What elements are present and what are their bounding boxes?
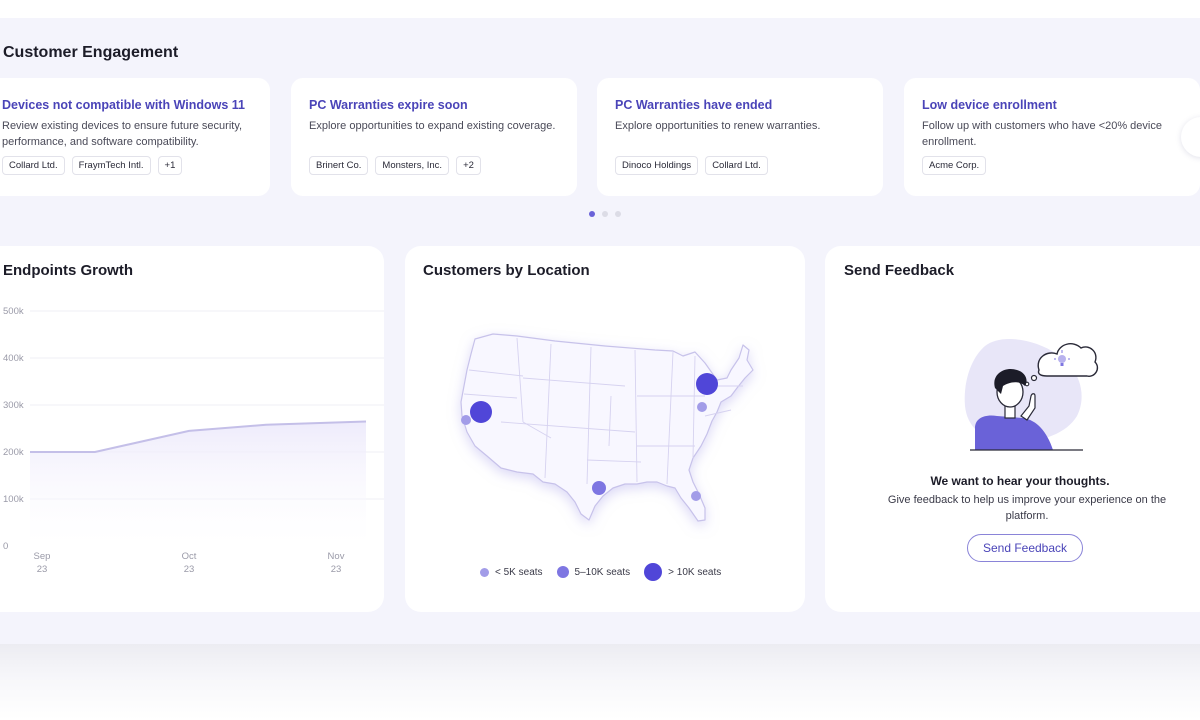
customer-tag[interactable]: Collard Ltd. (2, 156, 65, 175)
legend-item: 5–10K seats (556, 566, 631, 578)
top-band (0, 0, 1200, 18)
carousel-dot-active[interactable] (589, 211, 595, 217)
thinking-person-illustration (964, 339, 1099, 451)
endpoints-growth-card: Endpoints Growth 0 100k 200k 300k 400k 500k Se… (0, 246, 384, 612)
marker-small[interactable] (461, 415, 471, 425)
y-tick-label: 300k (3, 400, 24, 411)
panel-shadow (0, 644, 1200, 720)
feedback-heading: We want to hear your thoughts. (930, 474, 1110, 488)
card-tags: Collard Ltd. FraymTech Intl. +1 (2, 156, 270, 175)
card-title[interactable]: PC Warranties expire soon (309, 98, 577, 112)
x-tick-year: 23 (331, 564, 342, 575)
legend-item: > 10K seats (644, 563, 721, 581)
send-feedback-card: Send Feedback We want to hear your thoug… (825, 246, 1200, 612)
send-feedback-button[interactable]: Send Feedback (967, 534, 1083, 562)
y-tick-label: 0 (3, 541, 8, 552)
legend-label: > 10K seats (668, 566, 722, 578)
card-tags: Dinoco Holdings Collard Ltd. (615, 156, 883, 175)
card-title[interactable]: Low device enrollment (922, 98, 1200, 112)
legend-label: < 5K seats (495, 566, 543, 578)
carousel-dot[interactable] (615, 211, 621, 217)
card-title[interactable]: Devices not compatible with Windows 11 (2, 98, 270, 112)
customer-tag[interactable]: Monsters, Inc. (375, 156, 450, 175)
card-description: Review existing devices to ensure future… (2, 120, 243, 148)
card-description: Explore opportunities to expand existing… (309, 120, 556, 132)
card-tags: Brinert Co. Monsters, Inc. +2 (309, 156, 577, 175)
engagement-card-warranties-ended[interactable]: PC Warranties have ended Explore opportu… (597, 78, 883, 196)
customer-engagement-title: Customer Engagement (3, 44, 179, 61)
y-tick-label: 500k (3, 306, 24, 317)
y-tick-label: 100k (3, 494, 24, 505)
engagement-card-low-enrollment[interactable]: Low device enrollment Follow up with cus… (904, 78, 1200, 196)
customers-by-location-card: Customers by Location < 5K seats 5–10K s… (405, 246, 805, 612)
legend-label: 5–10K seats (574, 566, 631, 578)
legend-item: < 5K seats (480, 567, 543, 578)
more-tag[interactable]: +2 (456, 156, 481, 175)
x-tick-month: Oct (182, 551, 197, 562)
card-tags: Acme Corp. (922, 156, 1200, 175)
us-outline (460, 333, 754, 522)
customer-tag[interactable]: FraymTech Intl. (71, 156, 151, 175)
customer-tag[interactable]: Acme Corp. (922, 156, 987, 175)
series-area (30, 421, 366, 546)
x-tick-month: Nov (328, 551, 345, 562)
carousel-dot[interactable] (602, 211, 608, 217)
y-tick-label: 400k (3, 353, 24, 364)
x-tick-month: Sep (34, 551, 51, 562)
card-description: Explore opportunities to renew warrantie… (615, 120, 821, 132)
marker-small[interactable] (697, 402, 707, 412)
marker-small[interactable] (691, 491, 701, 501)
marker-large[interactable] (470, 401, 492, 423)
feedback-description: Give feedback to help us improve your ex… (887, 494, 1167, 522)
legend-swatch-large (644, 563, 663, 581)
customer-tag[interactable]: Collard Ltd. (705, 156, 768, 175)
marker-large[interactable] (696, 373, 718, 395)
x-tick-year: 23 (184, 564, 195, 575)
customer-tag[interactable]: Dinoco Holdings (615, 156, 699, 175)
us-map (460, 333, 754, 522)
engagement-card-windows11[interactable]: Devices not compatible with Windows 11 R… (0, 78, 270, 196)
marker-medium[interactable] (592, 481, 606, 495)
endpoints-growth-chart: 0 100k 200k 300k 400k 500k Sep 23 Oct 23 Nov 23 (3, 306, 384, 575)
x-tick-year: 23 (37, 564, 48, 575)
legend-swatch-medium (556, 566, 569, 578)
card-title[interactable]: PC Warranties have ended (615, 98, 883, 112)
more-tag[interactable]: +1 (157, 156, 183, 175)
card-description: Follow up with customers who have <20% d… (922, 120, 1162, 148)
legend-swatch-small (480, 567, 489, 577)
map-legend: < 5K seats 5–10K seats > 10K seats (480, 563, 721, 581)
y-tick-label: 200k (3, 447, 24, 458)
carousel-dots (589, 211, 621, 217)
engagement-card-warranties-expire[interactable]: PC Warranties expire soon Explore opport… (291, 78, 577, 196)
customer-tag[interactable]: Brinert Co. (309, 156, 369, 175)
